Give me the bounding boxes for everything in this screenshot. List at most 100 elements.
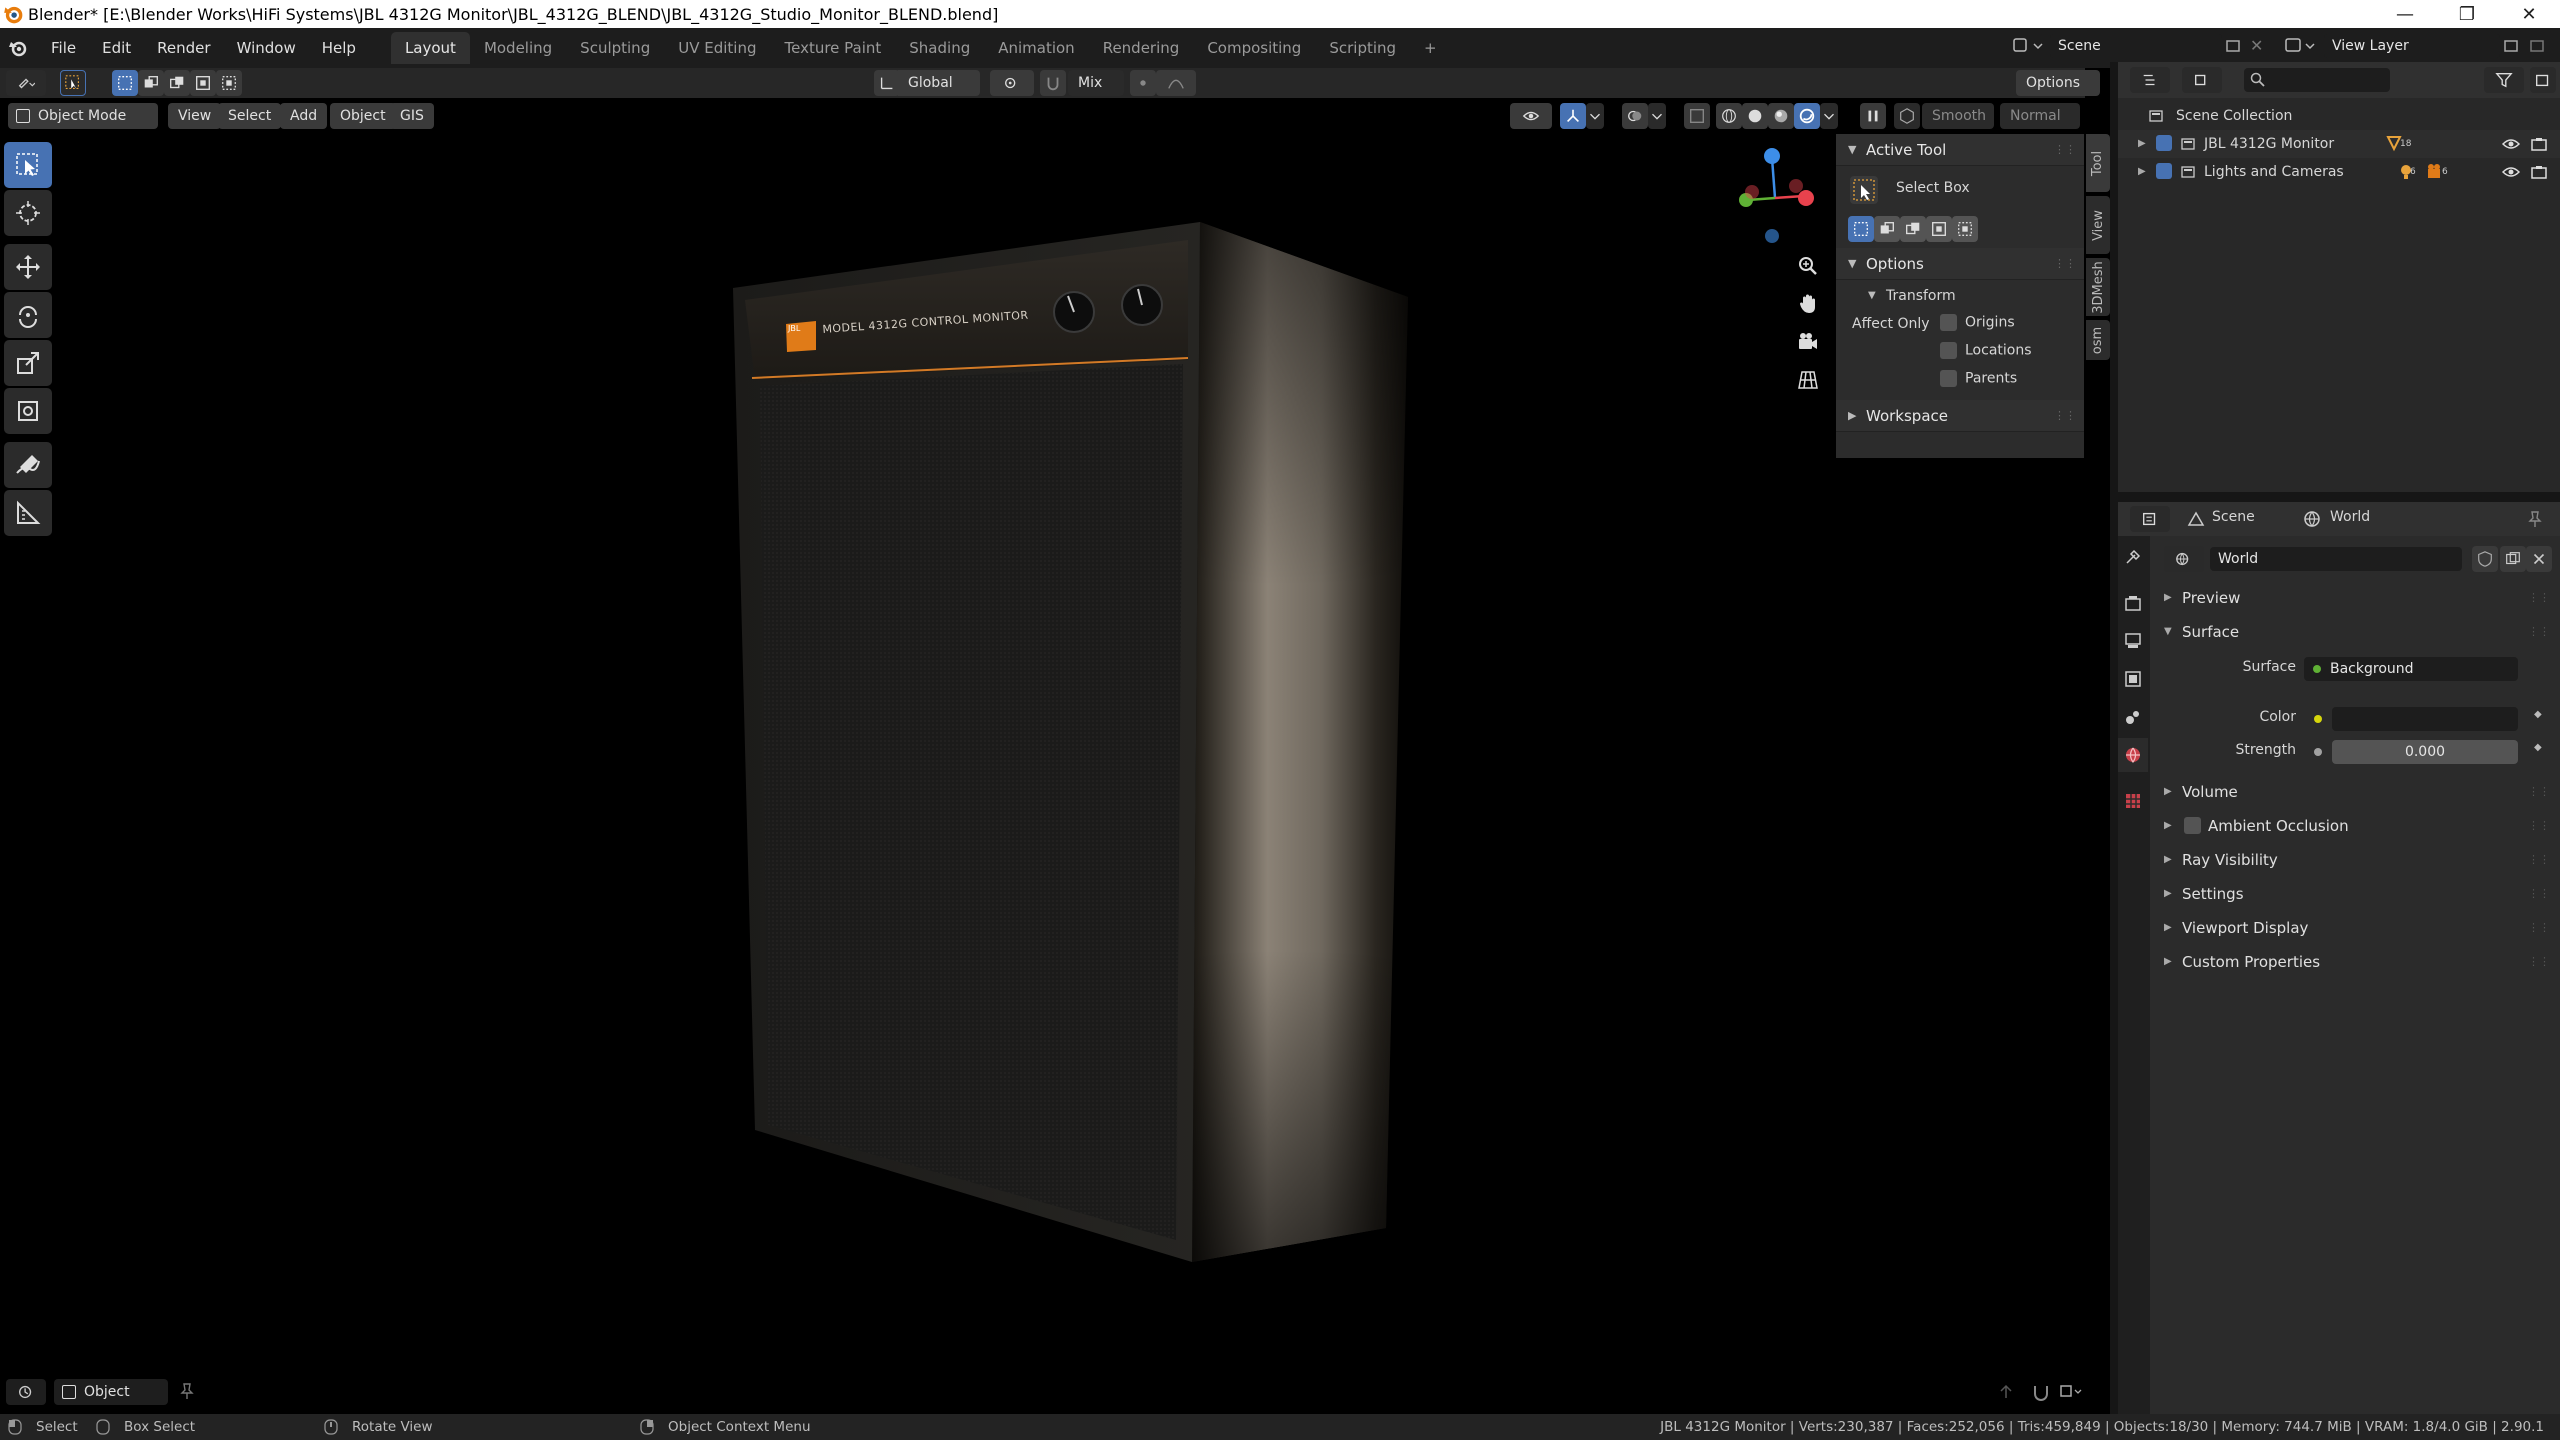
viewport-display-panel-header[interactable]: ▶ Viewport Display ⋮⋮ xyxy=(2152,912,2554,944)
gizmo-toggle-icon[interactable] xyxy=(1560,103,1586,129)
tab-rendering[interactable]: Rendering xyxy=(1089,32,1194,64)
tab-uv-editing[interactable]: UV Editing xyxy=(664,32,770,64)
transform-orientation-dropdown[interactable]: Global xyxy=(898,70,980,96)
exclude-checkbox[interactable] xyxy=(2156,163,2172,179)
rendered-shading-icon[interactable] xyxy=(1794,103,1820,129)
world-tab-icon[interactable] xyxy=(2118,738,2148,772)
gizmo-dropdown-icon[interactable] xyxy=(1586,103,1604,129)
menu-add[interactable]: Add xyxy=(280,103,328,129)
minimize-button[interactable]: — xyxy=(2374,0,2436,28)
scene-collection-row[interactable]: Scene Collection xyxy=(2118,102,2560,130)
new-collection-icon[interactable] xyxy=(2530,67,2556,93)
select-mode-intersect-icon[interactable] xyxy=(216,70,242,96)
unlink-world-icon[interactable] xyxy=(2526,546,2552,572)
active-tool-panel-header[interactable]: ▼ Active Tool ⋮⋮ xyxy=(1836,134,2084,166)
view-layer-name-field[interactable]: View Layer xyxy=(2324,34,2500,58)
render-tab-icon[interactable] xyxy=(2118,586,2148,620)
fake-user-shield-icon[interactable] xyxy=(2472,546,2498,572)
duplicate-world-icon[interactable] xyxy=(2500,546,2526,572)
tab-scripting[interactable]: Scripting xyxy=(1315,32,1410,64)
snap-target-dropdown[interactable]: Mix xyxy=(1068,70,1124,96)
menu-render[interactable]: Render xyxy=(144,32,223,64)
ray-visibility-panel-header[interactable]: ▶ Ray Visibility ⋮⋮ xyxy=(2152,844,2554,876)
auto-smooth-icon[interactable] xyxy=(1894,103,1920,129)
timeline-editor-type-icon[interactable] xyxy=(6,1379,46,1405)
color-socket-icon[interactable] xyxy=(2314,715,2322,723)
zoom-icon[interactable] xyxy=(1792,250,1824,282)
tab-3dmesh[interactable]: 3DMesh xyxy=(2086,258,2110,316)
gizmo-x-axis-icon[interactable] xyxy=(1798,190,1814,206)
volume-panel-header[interactable]: ▶ Volume ⋮⋮ xyxy=(2152,776,2554,808)
menu-gis[interactable]: GIS xyxy=(390,103,434,129)
color-swatch[interactable] xyxy=(2332,707,2518,731)
tab-shading[interactable]: Shading xyxy=(895,32,984,64)
transform-orientation-icon[interactable] xyxy=(874,70,900,96)
texture-tab-icon[interactable] xyxy=(2118,784,2148,818)
add-workspace-button[interactable]: + xyxy=(1410,32,1451,64)
gizmo-neg-y-icon[interactable] xyxy=(1745,185,1759,199)
snap-toggle-icon[interactable] xyxy=(1040,70,1066,96)
tool-settings-tab-icon[interactable] xyxy=(2118,540,2148,574)
preview-panel-header[interactable]: ▶ Preview ⋮⋮ xyxy=(2152,582,2554,614)
select-mode-invert-icon[interactable] xyxy=(190,70,216,96)
outliner-row-jbl-monitor[interactable]: ▶ JBL 4312G Monitor 18 xyxy=(2118,130,2560,158)
maximize-button[interactable]: ❐ xyxy=(2436,0,2498,28)
outliner-search-input[interactable] xyxy=(2244,68,2390,92)
navigation-gizmo[interactable] xyxy=(1720,142,1830,252)
overlays-dropdown-icon[interactable] xyxy=(1648,103,1666,129)
ambient-occlusion-panel-header[interactable]: ▶ Ambient Occlusion ⋮⋮ xyxy=(2152,810,2554,842)
tab-sculpting[interactable]: Sculpting xyxy=(566,32,664,64)
blender-menu-icon[interactable] xyxy=(8,38,28,58)
ambient-occlusion-checkbox[interactable] xyxy=(2184,817,2201,834)
select-tool-mode-icon[interactable] xyxy=(60,70,86,96)
view-layer-tab-icon[interactable] xyxy=(2118,662,2148,696)
new-view-layer-icon[interactable] xyxy=(2502,36,2522,56)
close-window-button[interactable]: ✕ xyxy=(2498,0,2560,28)
origins-checkbox[interactable]: Origins xyxy=(1940,314,2015,331)
scene-name-field[interactable]: Scene xyxy=(2050,34,2222,58)
scene-browse-icon[interactable] xyxy=(2010,33,2050,59)
render-camera-icon[interactable] xyxy=(2530,136,2548,152)
tab-osm[interactable]: osm xyxy=(2086,320,2110,360)
gizmo-neg-x-icon[interactable] xyxy=(1789,179,1803,193)
world-name-field[interactable]: World xyxy=(2210,547,2462,571)
render-camera-icon[interactable] xyxy=(2530,164,2548,180)
menu-window[interactable]: Window xyxy=(224,32,309,64)
tab-modeling[interactable]: Modeling xyxy=(470,32,566,64)
tab-texture-paint[interactable]: Texture Paint xyxy=(770,32,895,64)
select-mode-subtract-icon[interactable] xyxy=(164,70,190,96)
visibility-filter-icon[interactable] xyxy=(1510,103,1552,129)
exclude-checkbox[interactable] xyxy=(2156,135,2172,151)
pause-render-icon[interactable] xyxy=(1860,103,1886,129)
scene-tab-icon[interactable] xyxy=(2118,700,2148,734)
camera-view-icon[interactable] xyxy=(1792,326,1824,358)
scale-tool[interactable] xyxy=(4,340,52,386)
menu-object[interactable]: Object xyxy=(330,103,396,129)
workspace-panel-header[interactable]: ▶ Workspace ⋮⋮ xyxy=(1836,400,2084,432)
display-mode-icon[interactable] xyxy=(2182,67,2222,93)
new-scene-icon[interactable] xyxy=(2224,36,2244,56)
proportional-edit-icon[interactable] xyxy=(1130,70,1156,96)
surface-shader-field[interactable]: Background xyxy=(2304,657,2518,681)
editor-type-icon[interactable] xyxy=(6,70,46,96)
shading-dropdown-icon[interactable] xyxy=(1820,103,1838,129)
locations-checkbox[interactable]: Locations xyxy=(1940,342,2032,359)
outliner-row-lights-cameras[interactable]: ▶ Lights and Cameras 6 6 xyxy=(2118,158,2560,186)
pan-hand-icon[interactable] xyxy=(1792,288,1824,320)
np-select-invert-icon[interactable] xyxy=(1926,216,1952,242)
pin-icon[interactable] xyxy=(2526,510,2544,528)
world-browse-icon[interactable] xyxy=(2164,546,2204,572)
strength-input[interactable]: 0.000 xyxy=(2332,740,2518,764)
tab-layout[interactable]: Layout xyxy=(390,32,470,64)
eye-icon[interactable] xyxy=(2502,136,2520,152)
tab-view[interactable]: View xyxy=(2086,196,2110,254)
wireframe-shading-icon[interactable] xyxy=(1716,103,1742,129)
move-tool[interactable] xyxy=(4,244,52,290)
footer-mode-dropdown[interactable]: Object xyxy=(54,1379,168,1405)
remove-view-layer-icon[interactable] xyxy=(2528,36,2548,56)
snap-toggle-icon[interactable] xyxy=(2030,1382,2052,1402)
view-layer-browse-icon[interactable] xyxy=(2282,33,2322,59)
breadcrumb-scene[interactable]: Scene xyxy=(2212,509,2255,525)
perspective-toggle-icon[interactable] xyxy=(1792,364,1824,396)
select-box-tool[interactable] xyxy=(4,142,52,188)
